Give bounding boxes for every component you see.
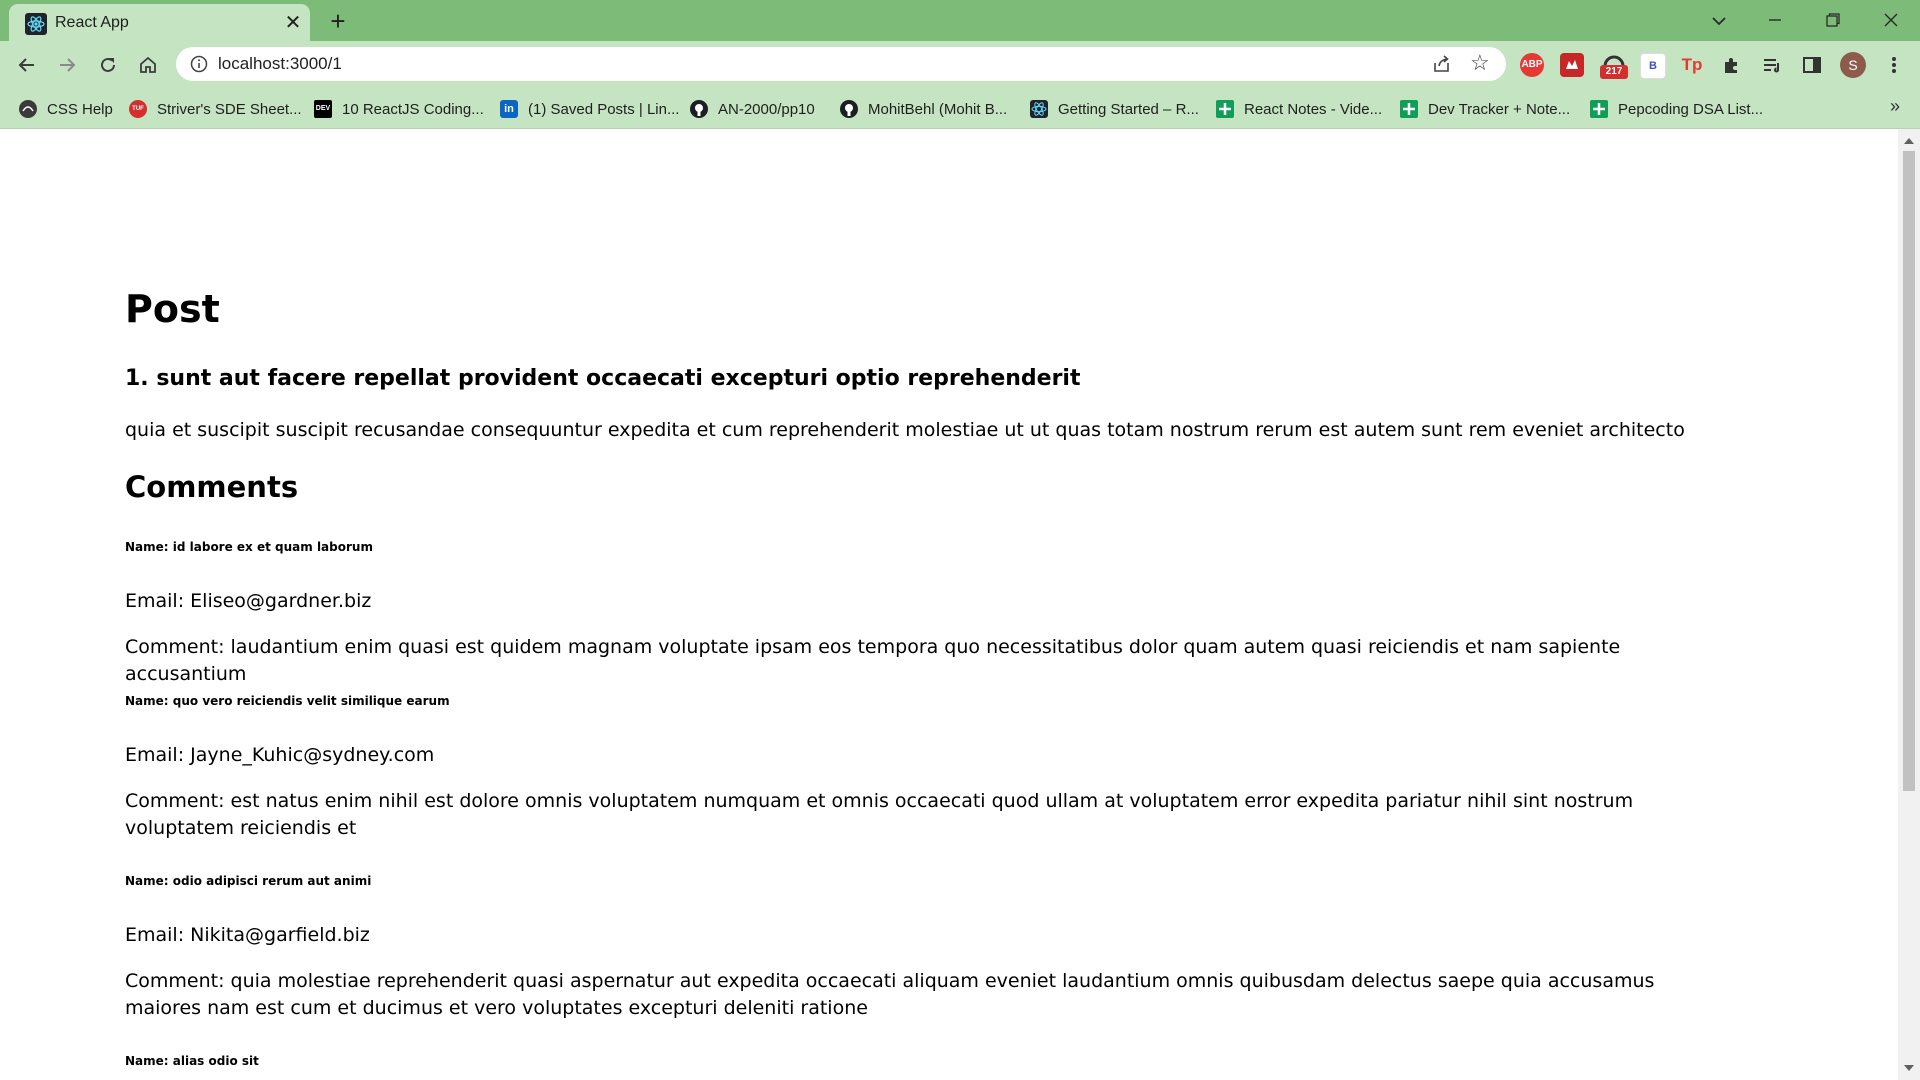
sheets-icon bbox=[1400, 100, 1418, 118]
comment-email: Email: Jayne_Kuhic@sydney.com bbox=[125, 744, 435, 766]
tab-search-chevron-icon[interactable] bbox=[1704, 6, 1734, 34]
back-arrow-icon[interactable] bbox=[13, 51, 41, 79]
new-tab-button[interactable]: + bbox=[325, 8, 351, 35]
tab-close-icon[interactable]: ✕ bbox=[281, 11, 305, 35]
sheets-icon bbox=[1590, 100, 1608, 118]
tab-title: React App bbox=[55, 14, 129, 31]
b-extension-icon[interactable]: B bbox=[1640, 53, 1666, 79]
download-counter-extension-icon[interactable]: 217 bbox=[1600, 53, 1628, 79]
browser-toolbar: localhost:3000/1 ☆ ABP 217 B Tp S bbox=[0, 41, 1920, 89]
comment-name: Name: id labore ex et quam laborum bbox=[125, 540, 373, 554]
close-window-button[interactable] bbox=[1876, 6, 1906, 34]
react-favicon-icon bbox=[25, 13, 47, 35]
comment-name: Name: odio adipisci rerum aut animi bbox=[125, 874, 372, 888]
bookmark-label: Getting Started – R... bbox=[1058, 100, 1199, 118]
bookmark-label: Dev Tracker + Note... bbox=[1428, 100, 1571, 118]
bookmark-label: AN-2000/pp10 bbox=[718, 100, 815, 118]
bookmark-striver-sde-sheet[interactable]: TUF Striver's SDE Sheet... bbox=[129, 97, 302, 121]
extension-badge-count: 217 bbox=[1600, 65, 1628, 79]
bookmark-star-icon[interactable]: ☆ bbox=[1470, 52, 1490, 74]
browser-tab[interactable]: React App ✕ bbox=[9, 4, 310, 41]
bookmark-label: (1) Saved Posts | Lin... bbox=[528, 100, 680, 118]
bookmark-label: 10 ReactJS Coding... bbox=[342, 100, 484, 118]
adblock-plus-extension-icon[interactable]: ABP bbox=[1520, 53, 1544, 77]
bookmark-react-coding[interactable]: DEV 10 ReactJS Coding... bbox=[314, 97, 484, 121]
more-menu-icon[interactable] bbox=[1882, 53, 1906, 77]
bookmark-github-pp10[interactable]: AN-2000/pp10 bbox=[690, 97, 815, 121]
address-bar[interactable]: localhost:3000/1 ☆ bbox=[176, 47, 1506, 81]
striver-icon: TUF bbox=[129, 100, 147, 118]
post-title: 1. sunt aut facere repellat provident oc… bbox=[125, 366, 1081, 391]
css-help-icon bbox=[19, 100, 37, 118]
browser-titlebar: React App ✕ + bbox=[0, 0, 1920, 41]
comments-heading: Comments bbox=[125, 470, 299, 504]
github-icon bbox=[840, 100, 858, 118]
reading-list-icon[interactable] bbox=[1760, 53, 1784, 77]
bookmark-label: React Notes - Vide... bbox=[1244, 100, 1383, 118]
linkedin-icon: in bbox=[500, 100, 518, 118]
scroll-up-arrow-icon[interactable] bbox=[1904, 138, 1914, 144]
bookmark-pepcoding-dsa[interactable]: Pepcoding DSA List... bbox=[1590, 97, 1763, 121]
bookmark-label: CSS Help bbox=[47, 100, 113, 118]
url-text[interactable]: localhost:3000/1 bbox=[218, 54, 342, 74]
scroll-down-arrow-icon[interactable] bbox=[1904, 1065, 1914, 1071]
comment-name: Name: alias odio sit bbox=[125, 1054, 259, 1068]
comment-body: Comment: est natus enim nihil est dolore… bbox=[125, 790, 1634, 839]
forward-arrow-icon[interactable] bbox=[53, 51, 81, 79]
bookmark-github-mohitbehl[interactable]: MohitBehl (Mohit B... bbox=[840, 97, 1007, 121]
reload-icon[interactable] bbox=[94, 51, 122, 79]
red-extension-icon[interactable] bbox=[1560, 53, 1584, 77]
bookmark-linkedin-saved[interactable]: in (1) Saved Posts | Lin... bbox=[500, 97, 679, 121]
bookmark-dev-tracker[interactable]: Dev Tracker + Note... bbox=[1400, 97, 1570, 121]
bookmark-react-notes[interactable]: React Notes - Vide... bbox=[1216, 97, 1382, 121]
bookmarks-bar: CSS Help TUF Striver's SDE Sheet... DEV … bbox=[0, 89, 1920, 129]
minimize-button[interactable] bbox=[1760, 6, 1790, 34]
dev-icon: DEV bbox=[314, 100, 332, 118]
github-icon bbox=[690, 100, 708, 118]
bookmark-label: Pepcoding DSA List... bbox=[1618, 100, 1764, 118]
sheets-icon bbox=[1216, 100, 1234, 118]
post-body: quia et suscipit suscipit recusandae con… bbox=[125, 419, 1685, 441]
comment-body: Comment: quia molestiae reprehenderit qu… bbox=[125, 970, 1655, 1019]
comment-name: Name: quo vero reiciendis velit similiqu… bbox=[125, 694, 450, 708]
react-icon bbox=[1030, 100, 1048, 118]
profile-avatar[interactable]: S bbox=[1840, 52, 1866, 78]
scrollbar-thumb[interactable] bbox=[1903, 151, 1915, 791]
side-panel-icon[interactable] bbox=[1800, 53, 1824, 77]
page-title: Post bbox=[125, 287, 220, 331]
comment-email: Email: Eliseo@gardner.biz bbox=[125, 590, 372, 612]
bookmark-label: Striver's SDE Sheet... bbox=[157, 100, 302, 118]
bookmark-label: MohitBehl (Mohit B... bbox=[868, 100, 1008, 118]
bookmark-css-help[interactable]: CSS Help bbox=[19, 97, 113, 121]
bookmark-react-getting-started[interactable]: Getting Started – R... bbox=[1030, 97, 1199, 121]
share-icon[interactable] bbox=[1432, 54, 1452, 74]
comment-body: Comment: laudantium enim quasi est quide… bbox=[125, 636, 1621, 685]
page-viewport: Post 1. sunt aut facere repellat provide… bbox=[0, 129, 1898, 1080]
tp-extension-icon[interactable]: Tp bbox=[1680, 53, 1704, 77]
site-info-icon[interactable] bbox=[190, 55, 208, 73]
home-icon[interactable] bbox=[134, 51, 162, 79]
restore-button[interactable] bbox=[1818, 6, 1848, 34]
bookmarks-overflow-chevron-icon[interactable]: » bbox=[1890, 96, 1900, 117]
extensions-puzzle-icon[interactable] bbox=[1720, 53, 1744, 77]
comment-email: Email: Nikita@garfield.biz bbox=[125, 924, 370, 946]
page-scrollbar[interactable] bbox=[1898, 129, 1920, 1080]
